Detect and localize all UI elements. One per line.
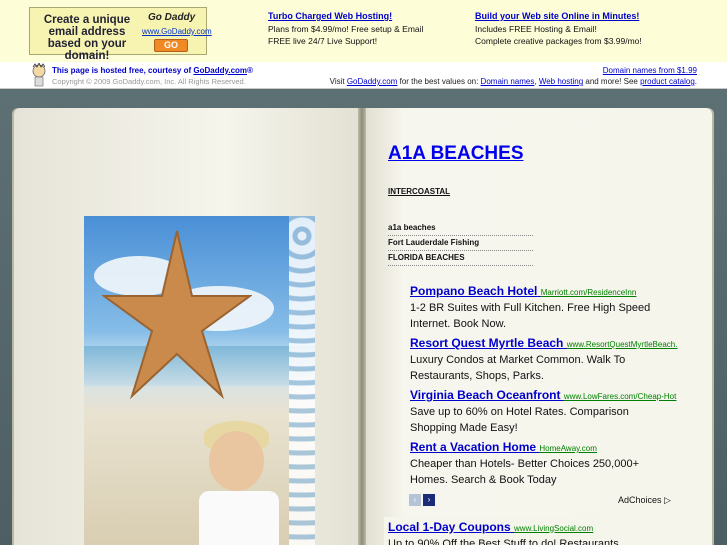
godaddy-url[interactable]: www.GoDaddy.com xyxy=(142,27,212,36)
ad-url[interactable]: www.LowFares.com/Cheap-Hot xyxy=(564,392,676,401)
promo-text: Create a unique email address based on y… xyxy=(43,14,131,62)
godaddy-mascot-icon xyxy=(32,63,46,87)
beach-photo xyxy=(84,216,315,545)
copyright-text: Copyright © 2009 GoDaddy.com, Inc. All R… xyxy=(52,77,246,86)
product-catalog-link[interactable]: product catalog xyxy=(640,77,695,86)
child-face xyxy=(209,431,264,491)
ad-item: Pompano Beach Hotel Marriott.com/Residen… xyxy=(410,284,678,332)
ad-title-link[interactable]: Resort Quest Myrtle Beach www.ResortQues… xyxy=(410,336,678,350)
godaddy-logo: Go Daddy www.GoDaddy.com xyxy=(140,12,212,38)
website-builder-ad: Build your Web site Online in Minutes! I… xyxy=(475,10,642,48)
godaddy-brand: Go Daddy xyxy=(148,12,196,23)
domain-names-link[interactable]: Domain names from $1.99 xyxy=(603,66,697,75)
ad-title[interactable]: Resort Quest Myrtle Beach xyxy=(410,336,563,350)
ad-title[interactable]: Rent a Vacation Home xyxy=(410,440,536,454)
ad-title-link[interactable]: Virginia Beach Oceanfront www.LowFares.c… xyxy=(410,388,678,402)
child-shirt xyxy=(199,491,279,545)
top-ad-banner: Create a unique email address based on y… xyxy=(0,0,727,62)
hosting-ad-link[interactable]: Turbo Charged Web Hosting! xyxy=(268,10,423,23)
flower-border xyxy=(289,216,315,545)
related-searches: a1a beaches Fort Lauderdale Fishing FLOR… xyxy=(388,221,533,266)
visit-prefix: Visit xyxy=(329,77,347,86)
ad-description: 1-2 BR Suites with Full Kitchen. Free Hi… xyxy=(410,302,651,330)
sponsored-ads: Pompano Beach Hotel Marriott.com/Residen… xyxy=(410,284,678,492)
related-link-florida-beaches[interactable]: FLORIDA BEACHES xyxy=(388,251,533,266)
visit-mid-1: for the best values on: xyxy=(397,77,481,86)
visit-godaddy-link[interactable]: GoDaddy.com xyxy=(347,77,398,86)
ad-url[interactable]: www.ResortQuestMyrtleBeach. xyxy=(567,340,678,349)
ad-description: Cheaper than Hotels- Better Choices 250,… xyxy=(410,458,640,486)
ad-item: Resort Quest Myrtle Beach www.ResortQues… xyxy=(410,336,678,384)
visit-end: . xyxy=(694,77,697,86)
ad-item: Rent a Vacation Home HomeAway.com Cheape… xyxy=(410,440,678,488)
ad-title[interactable]: Pompano Beach Hotel xyxy=(410,284,537,298)
godaddy-email-promo[interactable]: Create a unique email address based on y… xyxy=(29,7,212,62)
domain-names-text-link[interactable]: Domain names xyxy=(481,77,535,86)
web-hosting-link[interactable]: Web hosting xyxy=(539,77,583,86)
starfish-icon xyxy=(102,230,252,400)
visit-mid-3: and more! See xyxy=(583,77,641,86)
related-link-a1a-beaches[interactable]: a1a beaches xyxy=(388,221,533,236)
bottom-ad: Local 1-Day Coupons www.LivingSocial.com… xyxy=(388,520,688,545)
website-builder-ad-line1: Includes FREE Hosting & Email! xyxy=(475,23,597,34)
ad-description: Save up to 60% on Hotel Rates. Compariso… xyxy=(410,406,629,434)
hosting-ad-line1: Plans from $4.99/mo! Free setup & Email xyxy=(268,23,424,34)
ad-url[interactable]: HomeAway.com xyxy=(539,444,597,453)
hosting-ad-line2: FREE live 24/7 Live Support! xyxy=(268,36,378,46)
ad-url[interactable]: Marriott.com/ResidenceInn xyxy=(541,288,637,297)
bottom-ad-title[interactable]: Local 1-Day Coupons xyxy=(388,520,511,534)
ad-item: Virginia Beach Oceanfront www.LowFares.c… xyxy=(410,388,678,436)
bottom-ad-title-link[interactable]: Local 1-Day Coupons www.LivingSocial.com xyxy=(388,520,688,534)
website-builder-ad-link[interactable]: Build your Web site Online in Minutes! xyxy=(475,10,642,23)
ad-title-link[interactable]: Rent a Vacation Home HomeAway.com xyxy=(410,440,678,454)
go-button[interactable]: GO xyxy=(154,39,188,52)
intercoastal-link[interactable]: INTERCOASTAL xyxy=(388,187,450,196)
hosted-godaddy-link[interactable]: GoDaddy.com xyxy=(193,66,247,75)
bottom-ad-url[interactable]: www.LivingSocial.com xyxy=(514,524,593,533)
prev-ads-button[interactable]: ‹ xyxy=(409,494,421,506)
hosted-prefix: This page is hosted free, courtesy of xyxy=(52,66,194,75)
page-title[interactable]: A1A BEACHES xyxy=(388,143,524,165)
next-ads-button[interactable]: › xyxy=(423,494,435,506)
hosting-ad: Turbo Charged Web Hosting! Plans from $4… xyxy=(268,10,423,48)
adchoices-link[interactable]: AdChoices ▷ xyxy=(618,495,671,506)
ad-description: Luxury Condos at Market Common. Walk To … xyxy=(410,354,626,382)
book-spine xyxy=(358,108,366,545)
hosted-by-strip: This page is hosted free, courtesy of Go… xyxy=(0,62,727,89)
ad-title-link[interactable]: Pompano Beach Hotel Marriott.com/Residen… xyxy=(410,284,678,298)
ad-title[interactable]: Virginia Beach Oceanfront xyxy=(410,388,561,402)
related-link-fort-lauderdale-fishing[interactable]: Fort Lauderdale Fishing xyxy=(388,236,533,251)
hosted-free-notice: This page is hosted free, courtesy of Go… xyxy=(52,66,253,75)
website-builder-ad-line2: Complete creative packages from $3.99/mo… xyxy=(475,36,642,46)
bottom-ad-description: Up to 90% Off the Best Stuff to do! Rest… xyxy=(388,538,619,545)
hosted-suffix: ® xyxy=(247,66,253,75)
ad-pagination: ‹ › xyxy=(409,494,437,512)
visit-godaddy-text: Visit GoDaddy.com for the best values on… xyxy=(330,77,697,86)
